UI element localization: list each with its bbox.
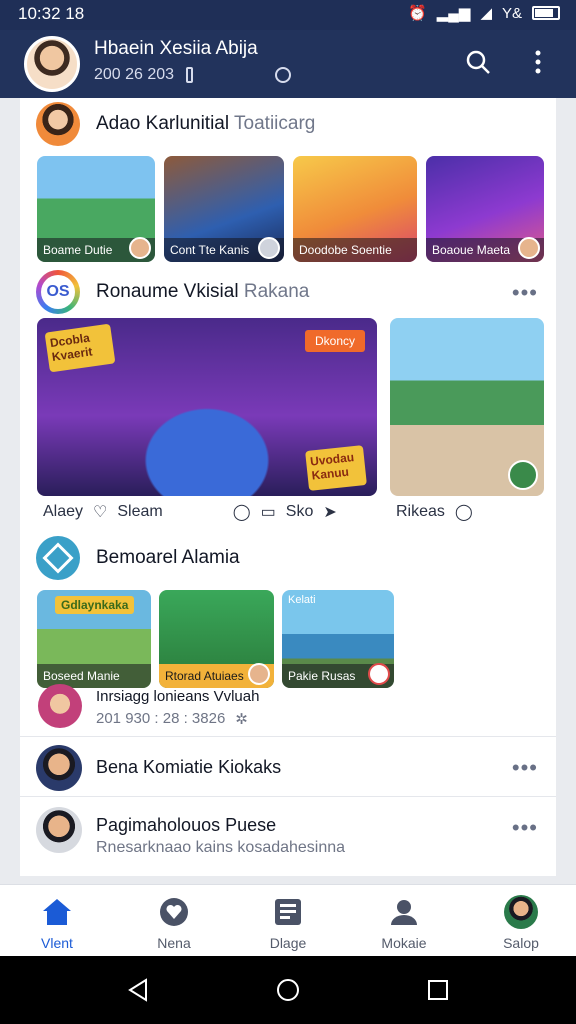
list-avatar: [36, 745, 82, 791]
story-thumb[interactable]: Boame Dutie: [37, 156, 155, 262]
nav-label: Nena: [157, 935, 191, 951]
hero-badge: Dkoncy: [304, 330, 365, 352]
location-icon: [275, 67, 292, 83]
status-time: 10:32 18: [18, 4, 85, 23]
nav-account[interactable]: Salop: [476, 895, 566, 951]
album-thumb[interactable]: Kelati Pakie Rusas: [282, 590, 394, 688]
story-avatar: [518, 237, 540, 259]
album-thumb[interactable]: Rtorad Atuiaes: [159, 590, 274, 688]
back-icon[interactable]: [126, 978, 150, 1002]
carrier-label: Y&: [501, 4, 522, 22]
feed: Adao Karlunitial Toatiicarg Boame Dutie …: [20, 98, 556, 876]
profile-avatar[interactable]: [24, 36, 80, 92]
system-navigation-bar: [0, 956, 576, 1024]
album-badge: [368, 663, 390, 685]
story-avatar: [129, 237, 151, 259]
share-label[interactable]: Sko: [286, 503, 314, 521]
heart-outline-icon[interactable]: ♡: [93, 502, 107, 522]
nav-profile[interactable]: Mokaie: [359, 895, 449, 951]
story-avatar: [258, 237, 280, 259]
list-avatar: [36, 807, 82, 853]
nav-label: Dlage: [269, 935, 307, 951]
battery-icon: [532, 6, 560, 20]
alarm-icon: ⏰: [408, 5, 427, 22]
send-icon[interactable]: ➤: [323, 502, 336, 522]
list-title: Bena Komiatie Kiokaks: [96, 757, 282, 777]
settings-icon[interactable]: ✲: [235, 710, 248, 728]
nav-home[interactable]: Vlent: [12, 895, 102, 951]
hero-sticker-bottom: Uvodau Kanuu: [305, 445, 367, 491]
status-bar: 10:32 18 ⏰ ▂▄▆ ◢ Y&: [0, 0, 576, 30]
post-avatar[interactable]: [38, 684, 82, 728]
more-options-icon[interactable]: •••: [512, 755, 538, 781]
hero-video[interactable]: Dcobla Kvaerit Dkoncy Uvodau Kanuu: [37, 318, 377, 496]
post-title: Inrsiagg lonieans Vvluah: [96, 688, 260, 705]
side-video-avatar: [508, 460, 538, 490]
profile-meta-text: 200 26 203: [94, 66, 175, 83]
side-video[interactable]: [390, 318, 544, 496]
nav-favorites[interactable]: Nena: [129, 895, 219, 951]
header-actions: [464, 48, 552, 76]
phone-icon: [186, 67, 194, 83]
album-logo[interactable]: [36, 536, 80, 580]
brand-logo[interactable]: OS: [36, 270, 80, 314]
search-icon[interactable]: [464, 48, 492, 76]
hero-actions: Alaey ♡ Sleam ◯ ▭ Sko ➤: [43, 502, 337, 522]
wifi-icon: ◢: [480, 5, 492, 22]
list-item[interactable]: Bena Komiatie Kiokaks •••: [20, 736, 556, 796]
news-icon: [271, 895, 305, 929]
list-title: Pagimaholouos Puese: [96, 815, 277, 835]
author-name[interactable]: Rikeas: [396, 503, 445, 521]
nav-label: Mokaie: [381, 935, 427, 951]
avatar-icon: [504, 895, 538, 929]
album-banner: Kelati: [288, 594, 316, 606]
profile-meta: 200 26 203: [94, 66, 292, 84]
home-button-icon[interactable]: [276, 978, 300, 1002]
hero-sticker-top: Dcobla Kvaerit: [44, 323, 116, 373]
story-thumb[interactable]: Boaoue Maeta: [426, 156, 544, 262]
album-avatar: [248, 663, 270, 685]
section-header-community: Adao Karlunitial Toatiicarg: [36, 102, 315, 146]
nav-label: Vlent: [41, 935, 73, 951]
story-thumb[interactable]: Cont Tte Kanis: [164, 156, 284, 262]
message-icon[interactable]: ▭: [261, 502, 276, 522]
home-icon: [40, 895, 74, 929]
recents-icon[interactable]: [428, 980, 448, 1000]
like-label[interactable]: Sleam: [117, 503, 162, 521]
author-name[interactable]: Alaey: [43, 503, 83, 521]
list-subtitle: Rnesarknaao kains kosadahesinna: [96, 839, 346, 856]
profile-name: Hbaein Xesiia Abija: [94, 38, 258, 59]
album-banner: Gdlaynkaka: [55, 596, 135, 614]
section-title: Bemoarel Alamia: [96, 547, 240, 568]
list-item[interactable]: Pagimaholouos Puese Rnesarknaao kains ko…: [20, 796, 556, 876]
section-header-album: Bemoarel Alamia: [36, 536, 240, 580]
story-caption: Doodobe Soentie: [293, 238, 417, 262]
profile-icon: [387, 895, 421, 929]
app-header: Hbaein Xesiia Abija 200 26 203: [0, 30, 576, 98]
community-avatar[interactable]: [36, 102, 80, 146]
story-thumb[interactable]: Doodobe Soentie: [293, 156, 417, 262]
nav-label: Salop: [503, 935, 539, 951]
more-vert-icon[interactable]: [524, 48, 552, 76]
side-actions: Rikeas ◯: [396, 502, 473, 522]
heart-icon: [157, 895, 191, 929]
section-title: Ronaume Vkisial Rakana: [96, 281, 310, 302]
comment-icon[interactable]: ◯: [455, 502, 473, 522]
post-meta: 201 930 : 28 : 3826 ✲: [96, 710, 248, 728]
album-thumb[interactable]: Gdlaynkaka Boseed Manie: [37, 590, 151, 688]
more-options-icon[interactable]: •••: [512, 815, 538, 841]
status-icons: ⏰ ▂▄▆ ◢ Y&: [408, 4, 560, 22]
section-title: Adao Karlunitial Toatiicarg: [96, 113, 316, 134]
more-options-icon[interactable]: •••: [512, 280, 538, 306]
nav-news[interactable]: Dlage: [243, 895, 333, 951]
bottom-navigation: Vlent Nena Dlage Mokaie Salop: [0, 884, 576, 956]
signal-icon: ▂▄▆: [436, 5, 471, 22]
comment-icon[interactable]: ◯: [233, 502, 251, 522]
section-header-visual: OS Ronaume Vkisial Rakana: [36, 270, 309, 314]
